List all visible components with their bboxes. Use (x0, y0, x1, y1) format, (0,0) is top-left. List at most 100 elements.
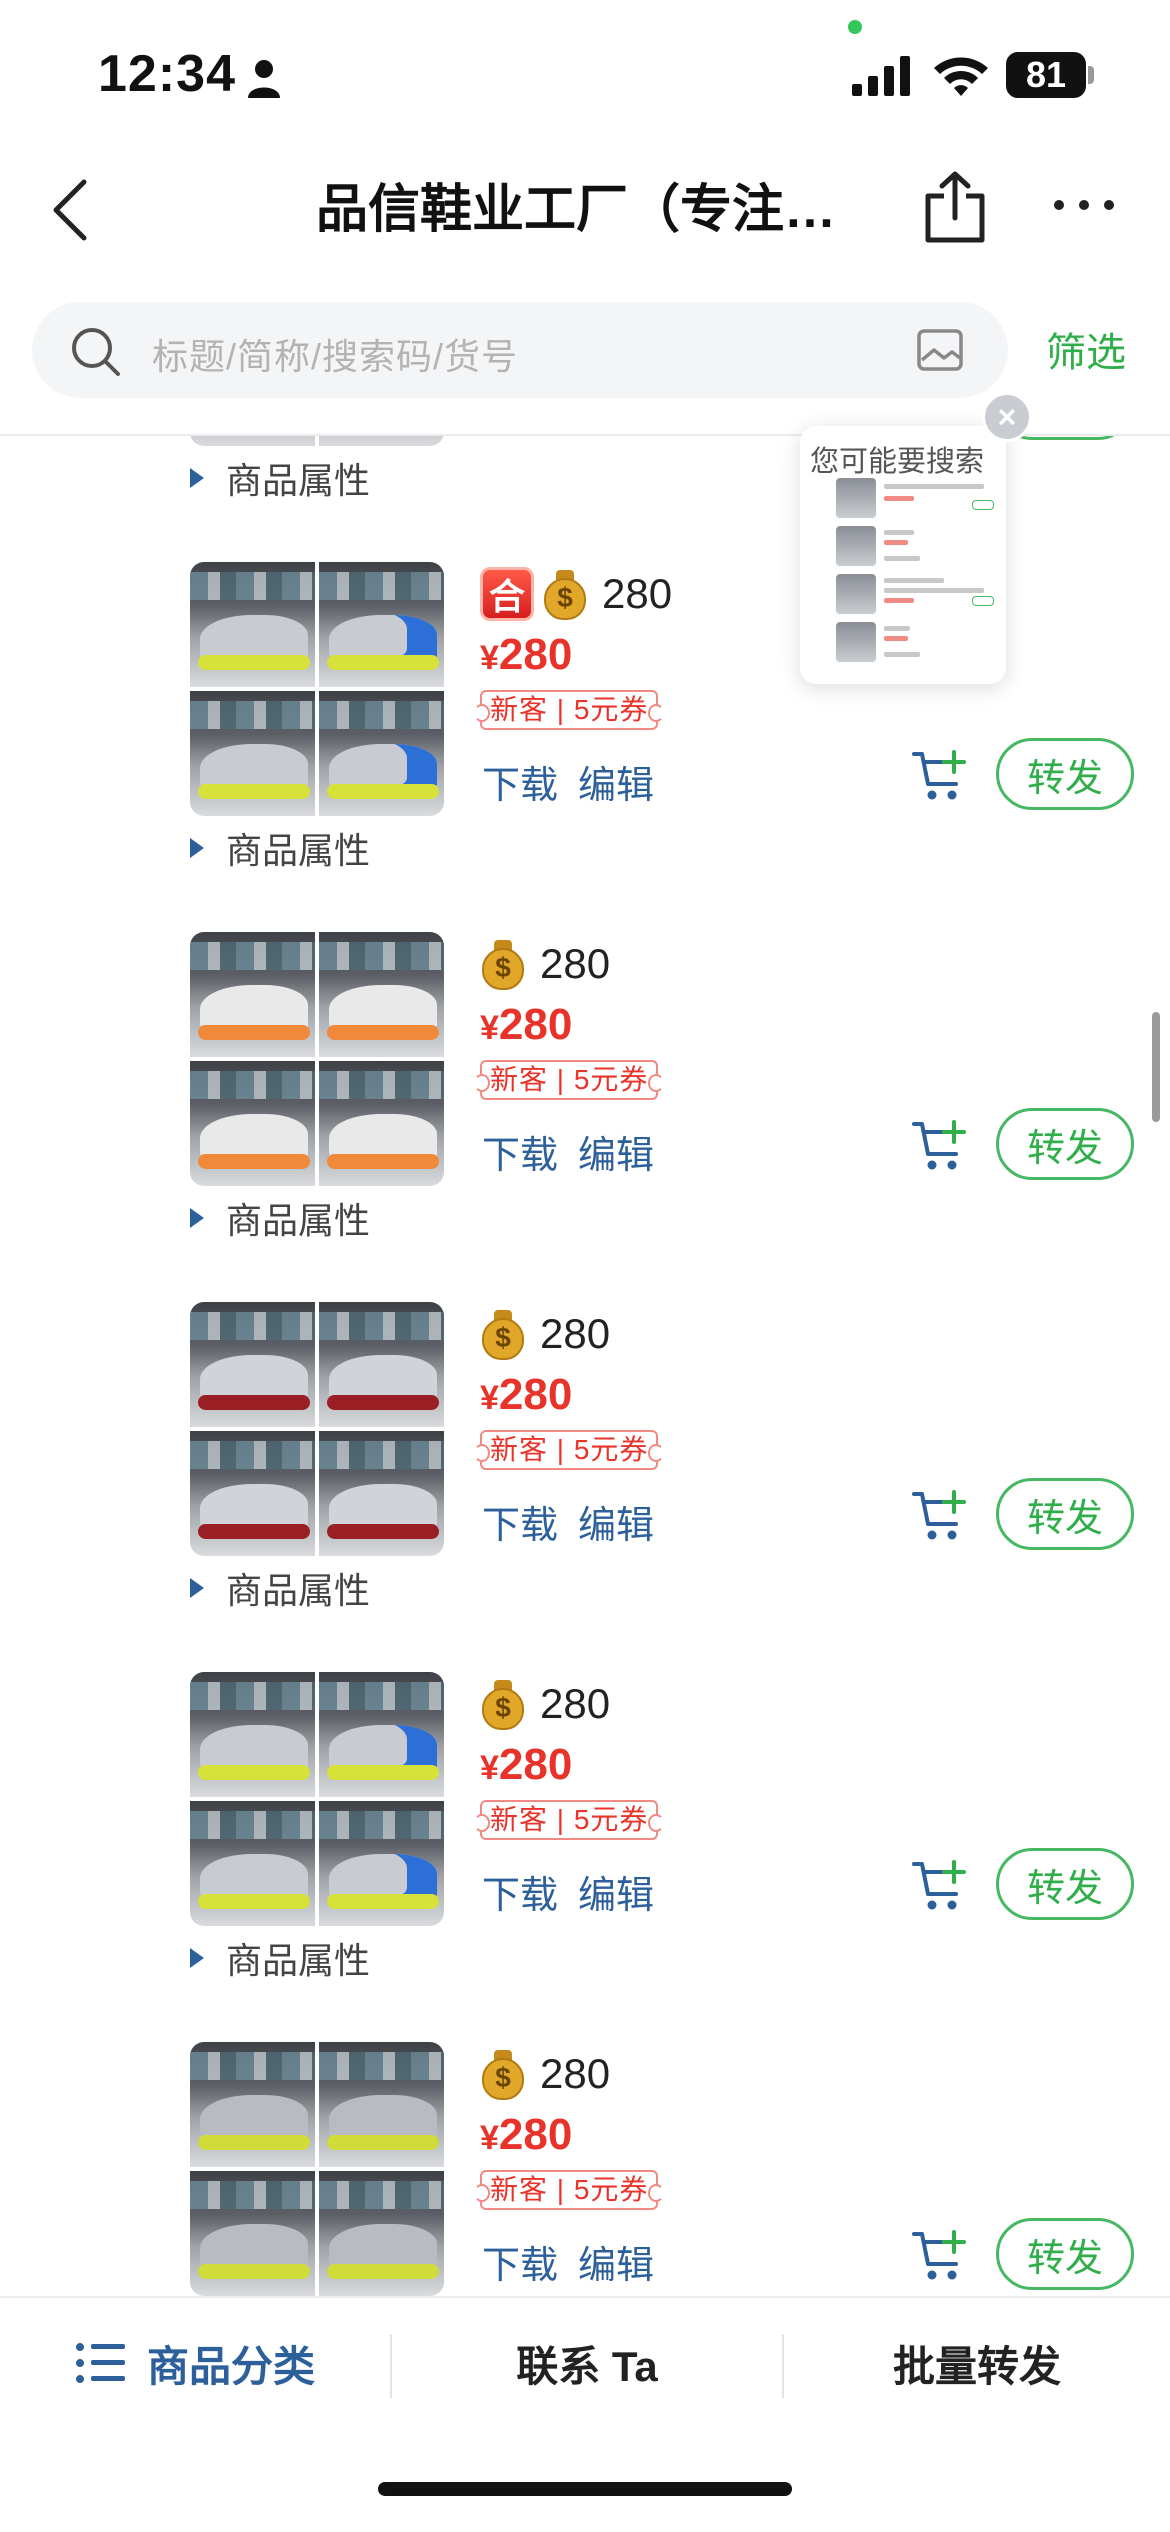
product-photo[interactable] (190, 1431, 315, 1556)
image-search-icon[interactable] (916, 328, 964, 372)
download-link[interactable]: 下载 (482, 1124, 558, 1179)
product-card[interactable]: $ 280 ¥280 新客 | 5元券 下载 编辑 转发 商品属性 (0, 1302, 1170, 1674)
edit-link[interactable]: 编辑 (578, 2234, 654, 2289)
scrollbar-thumb[interactable] (1152, 1012, 1160, 1122)
price-badges: $ 280 (480, 2044, 610, 2104)
product-attributes-toggle[interactable]: 商品属性 (190, 450, 370, 506)
suggestion-text-line (884, 578, 944, 583)
add-to-cart-icon[interactable] (912, 748, 970, 804)
product-attributes-toggle[interactable]: 商品属性 (190, 1930, 370, 1986)
product-image-grid[interactable] (190, 932, 444, 1186)
coupon-badge[interactable]: 新客 | 5元券 (473, 2170, 665, 2210)
edit-link[interactable]: 编辑 (578, 1864, 654, 1919)
forward-button[interactable]: 转发 (996, 2218, 1134, 2290)
product-photo[interactable] (190, 1672, 315, 1797)
product-photo[interactable] (319, 1431, 444, 1556)
suggestion-item[interactable] (836, 478, 996, 522)
download-link[interactable]: 下载 (482, 754, 558, 809)
product-photo[interactable] (319, 691, 444, 816)
download-link[interactable]: 下载 (482, 436, 558, 439)
product-photo[interactable] (190, 932, 315, 1057)
tab-contact[interactable]: 联系 Ta (392, 2298, 782, 2428)
page-title: 品信鞋业工厂（专注… (316, 181, 837, 239)
suggestion-text-line (884, 530, 914, 535)
forward-button[interactable]: 转发 (996, 738, 1134, 810)
tab-product-category[interactable]: 商品分类 (0, 2298, 390, 2428)
coupon-badge[interactable]: 新客 | 5元券 (473, 1060, 665, 1100)
edit-link[interactable]: 编辑 (578, 436, 654, 439)
edit-link[interactable]: 编辑 (578, 754, 654, 809)
more-button[interactable] (1054, 190, 1114, 220)
add-to-cart-icon[interactable] (912, 1488, 970, 1544)
sale-price: ¥280 (480, 1740, 573, 1789)
product-photo[interactable] (190, 2171, 315, 2296)
suggestion-thumbnail (836, 478, 876, 518)
suggestion-tag (972, 500, 994, 510)
suggestion-thumbnail (836, 574, 876, 614)
chevron-left-icon (53, 179, 87, 241)
more-dot-icon (1079, 200, 1089, 210)
coupon-badge[interactable]: 新客 | 5元券 (473, 1430, 665, 1470)
nav-bar: 品信鞋业工厂（专注… (0, 140, 1170, 280)
battery-level: 81 (1006, 52, 1086, 98)
product-list[interactable]: $ 280 ¥280 新客 | 5元券 下载 编辑 转发 商品属性 (0, 436, 1170, 2296)
add-to-cart-icon[interactable] (912, 2228, 970, 2284)
search-suggestion-popup[interactable]: 您可能要搜索 (800, 426, 1006, 684)
product-photo[interactable] (319, 436, 444, 446)
product-card[interactable]: $ 280 ¥280 新客 | 5元券 下载 编辑 转发 商品属性 (0, 1672, 1170, 2044)
product-photo[interactable] (190, 562, 315, 687)
add-to-cart-icon[interactable] (912, 1118, 970, 1174)
tab-bulk-forward[interactable]: 批量转发 (784, 2298, 1170, 2428)
popup-close-button[interactable]: × (982, 392, 1032, 442)
product-attributes-toggle[interactable]: 商品属性 (190, 1560, 370, 1616)
product-photo[interactable] (319, 1801, 444, 1926)
add-to-cart-icon[interactable] (912, 1858, 970, 1914)
status-time: 12:34 (98, 45, 236, 103)
product-photo[interactable] (319, 932, 444, 1057)
product-image-grid[interactable] (190, 2042, 444, 2296)
forward-button[interactable]: 转发 (996, 1848, 1134, 1920)
product-photo[interactable] (319, 1061, 444, 1186)
forward-button[interactable]: 转发 (996, 1108, 1134, 1180)
share-icon[interactable] (922, 170, 988, 244)
suggestion-item[interactable] (836, 622, 996, 666)
product-image-grid[interactable] (190, 1672, 444, 1926)
product-photo[interactable] (190, 691, 315, 816)
product-photo[interactable] (319, 2171, 444, 2296)
download-link[interactable]: 下载 (482, 1494, 558, 1549)
attributes-label: 商品属性 (226, 460, 371, 501)
download-link[interactable]: 下载 (482, 1864, 558, 1919)
product-photo[interactable] (190, 1061, 315, 1186)
back-button[interactable] (40, 172, 100, 248)
product-photo[interactable] (319, 562, 444, 687)
product-attributes-toggle[interactable]: 商品属性 (190, 1190, 370, 1246)
suggestion-item[interactable] (836, 526, 996, 570)
product-photo[interactable] (190, 1801, 315, 1926)
edit-link[interactable]: 编辑 (578, 1124, 654, 1179)
search-input[interactable]: 标题/简称/搜索码/货号 (32, 302, 1008, 398)
product-photo[interactable] (190, 1302, 315, 1427)
product-card[interactable]: $ 280 ¥280 新客 | 5元券 下载 编辑 转发 商品属性 (0, 932, 1170, 1304)
price-badges: $ 280 (480, 1304, 610, 1364)
product-photo[interactable] (319, 1302, 444, 1427)
more-dot-icon (1054, 200, 1064, 210)
product-photo[interactable] (190, 436, 315, 446)
product-photo[interactable] (319, 2042, 444, 2167)
coupon-badge[interactable]: 新客 | 5元券 (473, 1800, 665, 1840)
product-attributes-toggle[interactable]: 商品属性 (190, 820, 370, 876)
forward-button[interactable]: 转发 (996, 1478, 1134, 1550)
product-photo[interactable] (319, 1672, 444, 1797)
money-bag-icon: $ (542, 568, 588, 620)
suggestion-item[interactable] (836, 574, 996, 618)
product-image-grid[interactable] (190, 562, 444, 816)
product-image-grid[interactable] (190, 436, 444, 446)
suggestion-thumbnail (836, 526, 876, 566)
download-link[interactable]: 下载 (482, 2234, 558, 2289)
product-image-grid[interactable] (190, 1302, 444, 1556)
filter-button[interactable]: 筛选 (1046, 320, 1126, 378)
product-card[interactable]: $ 280 ¥280 新客 | 5元券 下载 编辑 转发 商品属性 (0, 2042, 1170, 2296)
coupon-badge[interactable]: 新客 | 5元券 (473, 690, 665, 730)
product-photo[interactable] (190, 2042, 315, 2167)
cost-price: 280 (540, 940, 611, 987)
edit-link[interactable]: 编辑 (578, 1494, 654, 1549)
